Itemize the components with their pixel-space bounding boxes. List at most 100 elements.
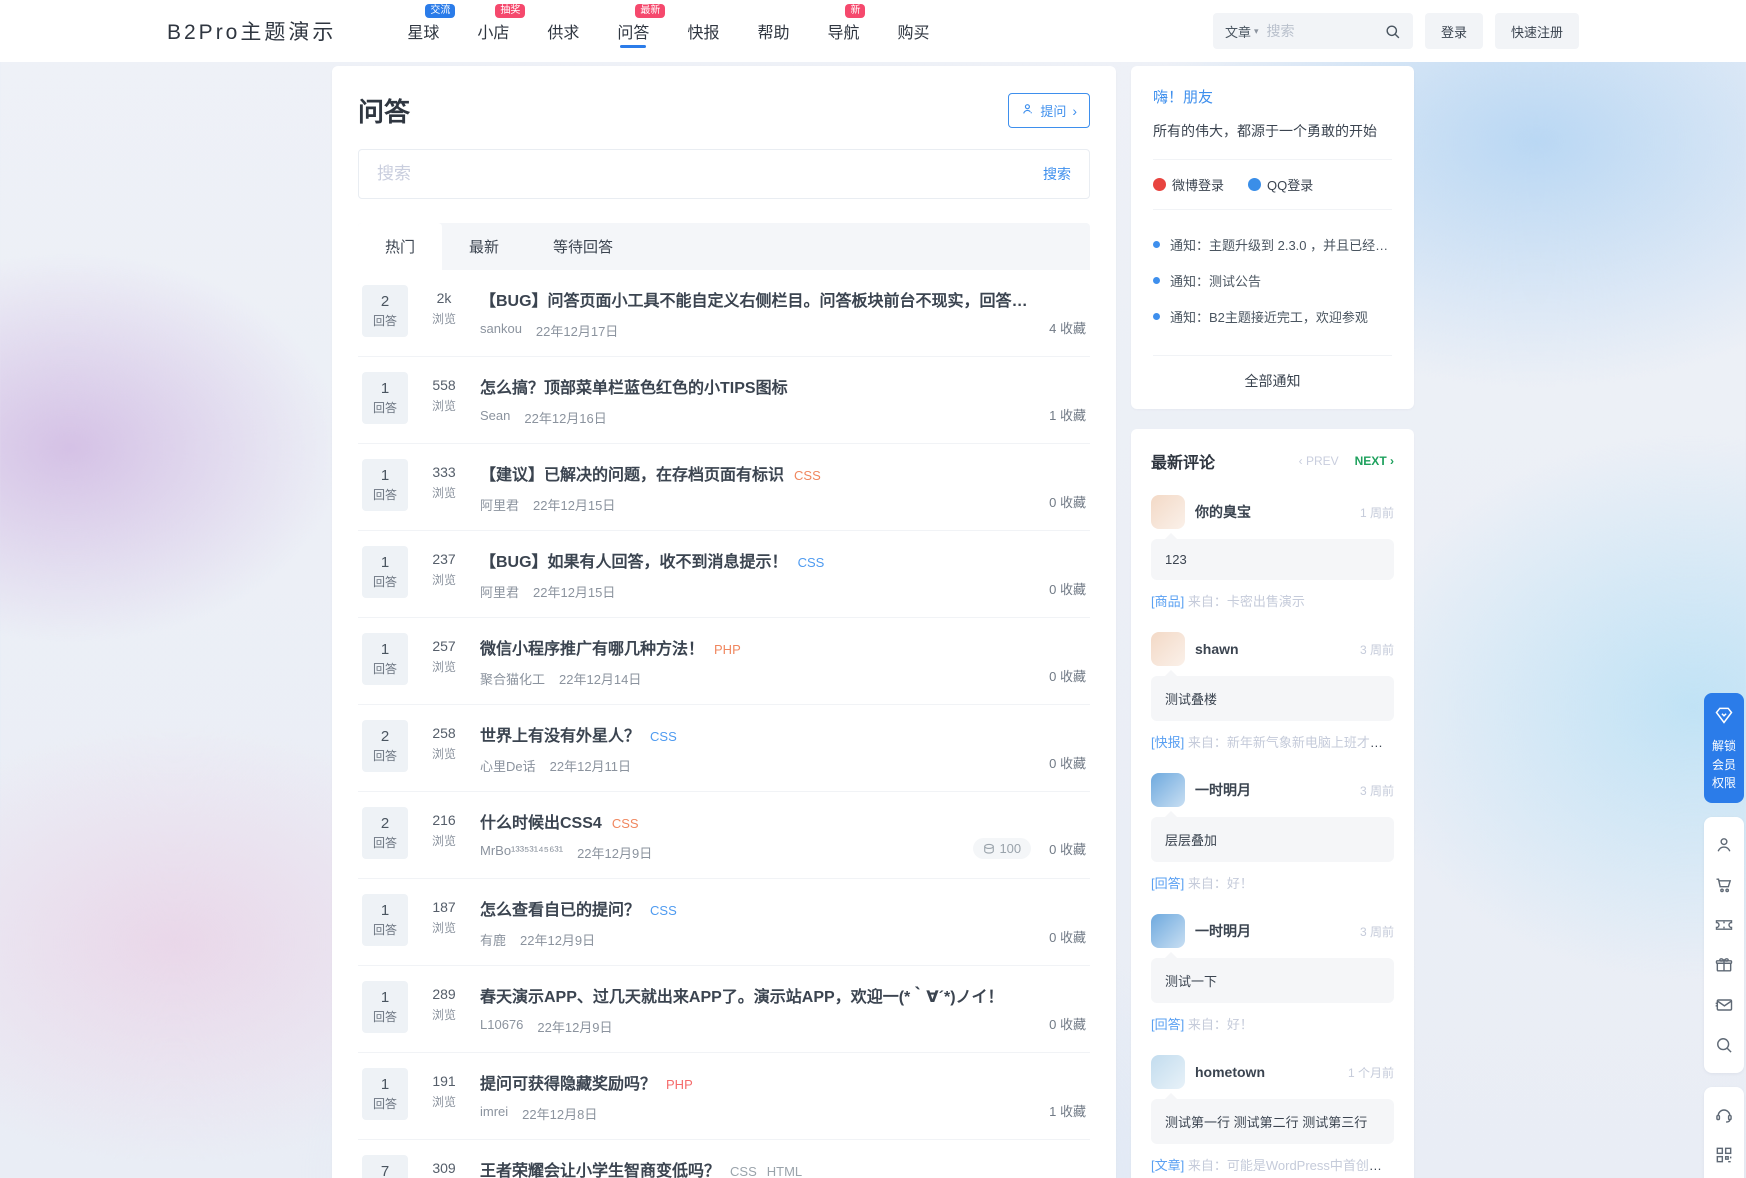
question-tag[interactable]: PHP — [666, 1077, 693, 1092]
favorite-count[interactable]: 1 收藏 — [1049, 1101, 1086, 1120]
prev-button[interactable]: PREV — [1299, 454, 1339, 468]
comment-text[interactable]: 测试第一行 测试第二行 测试第三行 — [1151, 1099, 1394, 1144]
search-icon[interactable] — [1384, 23, 1401, 40]
question-tag[interactable]: CSS — [794, 468, 821, 483]
favorite-count[interactable]: 0 收藏 — [1049, 492, 1086, 511]
notice-item[interactable]: 通知：测试公告 — [1153, 271, 1392, 290]
comment-source[interactable]: [文章] 来自：可能是WordPress中首创的自… — [1151, 1155, 1394, 1174]
mail-icon[interactable] — [1714, 985, 1734, 1025]
avatar[interactable] — [1151, 632, 1185, 666]
nav-item[interactable]: 购买 — [878, 0, 948, 62]
favorite-count[interactable]: 0 收藏 — [1049, 839, 1086, 858]
nav-item[interactable]: 快报 — [668, 0, 738, 62]
question-author[interactable]: 阿里君 — [480, 495, 519, 514]
headset-icon[interactable] — [1714, 1095, 1734, 1135]
question-meta: Sean 22年12月16日 — [480, 408, 1034, 427]
all-notices-link[interactable]: 全部通知 — [1153, 356, 1392, 391]
question-title[interactable]: 王者荣耀会让小学生智商变低吗？CSSHTML — [480, 1157, 1034, 1178]
notice-item[interactable]: 通知：主题升级到 2.3.0 ，并且已经改… — [1153, 235, 1392, 254]
comment-author[interactable]: shawn — [1195, 641, 1239, 657]
qa-tab[interactable]: 热门 — [358, 223, 442, 270]
comment-text[interactable]: 123 — [1151, 539, 1394, 580]
nav-item[interactable]: 帮助 — [738, 0, 808, 62]
header-search-input[interactable] — [1267, 23, 1376, 39]
question-author[interactable]: 聚合猫化工 — [480, 669, 545, 688]
question-title[interactable]: 春天演示APP、过几天就出来APP了。演示站APP，欢迎一(*｀∀´*)ノイ！ — [480, 983, 1034, 1007]
question-title[interactable]: 【BUG】如果有人回答，收不到消息提示！CSS — [480, 548, 1034, 572]
user-icon[interactable] — [1714, 825, 1734, 865]
qrcode-icon[interactable] — [1714, 1135, 1734, 1175]
qa-tab[interactable]: 最新 — [442, 223, 526, 270]
comment-text[interactable]: 测试一下 — [1151, 958, 1394, 1003]
qq-login-button[interactable]: QQ登录 — [1248, 175, 1313, 194]
avatar[interactable] — [1151, 914, 1185, 948]
qa-tab[interactable]: 等待回答 — [526, 223, 640, 270]
comment-source[interactable]: [商品] 来自：卡密出售演示 — [1151, 591, 1394, 610]
ticket-icon[interactable] — [1714, 905, 1734, 945]
comment-source[interactable]: [回答] 来自：好！ — [1151, 873, 1394, 892]
comment-text[interactable]: 层层叠加 — [1151, 817, 1394, 862]
avatar[interactable] — [1151, 1055, 1185, 1089]
nav-item[interactable]: 供求 — [528, 0, 598, 62]
nav-item[interactable]: 导航 新 — [808, 0, 878, 62]
qa-search-button[interactable]: 搜索 — [1043, 164, 1071, 184]
question-author[interactable]: L10676 — [480, 1017, 523, 1036]
question-tag[interactable]: CSS — [730, 1164, 757, 1178]
unlock-vip-button[interactable]: 解锁会员权限 — [1704, 693, 1744, 803]
question-author[interactable]: MrBo¹³³⁵³¹⁴⁵⁶³¹ — [480, 843, 563, 862]
comment-author[interactable]: 你的臭宝 — [1195, 502, 1251, 522]
question-title[interactable]: 提问可获得隐藏奖励吗？PHP — [480, 1070, 1034, 1094]
qa-panel: 问答 提问 搜索 热门最新等待回答 2回答 2k浏览 — [332, 66, 1116, 1178]
question-title[interactable]: 【BUG】问答页面小工具不能自定义右侧栏目。问答板块前台不现实，回答不提示。所… — [480, 287, 1034, 311]
question-title[interactable]: 怎么搞？顶部菜单栏蓝色红色的小TIPS图标 — [480, 374, 1034, 398]
qa-search-input[interactable] — [377, 164, 1043, 184]
comment-author[interactable]: 一时明月 — [1195, 921, 1251, 941]
avatar[interactable] — [1151, 773, 1185, 807]
weibo-login-button[interactable]: 微博登录 — [1153, 175, 1224, 194]
question-title[interactable]: 世界上有没有外星人？CSS — [480, 722, 1034, 746]
favorite-count[interactable]: 0 收藏 — [1049, 927, 1086, 946]
question-author[interactable]: sankou — [480, 321, 522, 340]
question-tag[interactable]: CSS — [650, 903, 677, 918]
favorite-count[interactable]: 1 收藏 — [1049, 405, 1086, 424]
register-button[interactable]: 快速注册 — [1495, 13, 1579, 49]
search-category-select[interactable]: 文章 ▾ — [1225, 22, 1259, 41]
ask-question-button[interactable]: 提问 — [1008, 93, 1090, 128]
question-title[interactable]: 什么时候出CSS4CSS — [480, 809, 958, 833]
nav-item[interactable]: 问答 最新 — [598, 0, 668, 62]
login-button[interactable]: 登录 — [1425, 13, 1483, 49]
question-tag[interactable]: HTML — [767, 1164, 802, 1178]
notice-item[interactable]: 通知：B2主题接近完工，欢迎参观 — [1153, 307, 1392, 326]
question-tag[interactable]: CSS — [798, 555, 825, 570]
avatar[interactable] — [1151, 495, 1185, 529]
comment-author[interactable]: hometown — [1195, 1064, 1265, 1080]
comment-author[interactable]: 一时明月 — [1195, 780, 1251, 800]
question-author[interactable]: 有鹿 — [480, 930, 506, 949]
favorite-count[interactable]: 4 收藏 — [1049, 318, 1086, 337]
favorite-count[interactable]: 0 收藏 — [1049, 1014, 1086, 1033]
question-author[interactable]: imrei — [480, 1104, 508, 1123]
sidebar: 嗨！朋友 所有的伟大，都源于一个勇敢的开始 微博登录 QQ登录 通知：主题升级到… — [1131, 66, 1414, 1178]
question-title[interactable]: 微信小程序推广有哪几种方法！PHP — [480, 635, 1034, 659]
question-tag[interactable]: CSS — [650, 729, 677, 744]
question-tag[interactable]: PHP — [714, 642, 741, 657]
comment-source[interactable]: [回答] 来自：好！ — [1151, 1014, 1394, 1033]
question-author[interactable]: 心里De话 — [480, 756, 536, 775]
favorite-count[interactable]: 0 收藏 — [1049, 666, 1086, 685]
question-author[interactable]: 阿里君 — [480, 582, 519, 601]
cart-icon[interactable] — [1714, 865, 1734, 905]
question-title[interactable]: 怎么查看自已的提问？CSS — [480, 896, 1034, 920]
gift-icon[interactable] — [1714, 945, 1734, 985]
favorite-count[interactable]: 0 收藏 — [1049, 579, 1086, 598]
question-tag[interactable]: CSS — [612, 816, 639, 831]
comment-source[interactable]: [快报] 来自：新年新气象新电脑上班才爽AM… — [1151, 732, 1394, 751]
next-button[interactable]: NEXT — [1355, 454, 1394, 468]
favorite-count[interactable]: 0 收藏 — [1049, 753, 1086, 772]
nav-item[interactable]: 星球 交流 — [388, 0, 458, 62]
nav-item[interactable]: 小店 抽奖 — [458, 0, 528, 62]
question-author[interactable]: Sean — [480, 408, 510, 427]
question-title[interactable]: 【建议】已解决的问题，在存档页面有标识CSS — [480, 461, 1034, 485]
comment-text[interactable]: 测试叠楼 — [1151, 676, 1394, 721]
search-icon[interactable] — [1714, 1025, 1734, 1065]
site-logo[interactable]: B2Pro主题演示 — [167, 16, 336, 46]
